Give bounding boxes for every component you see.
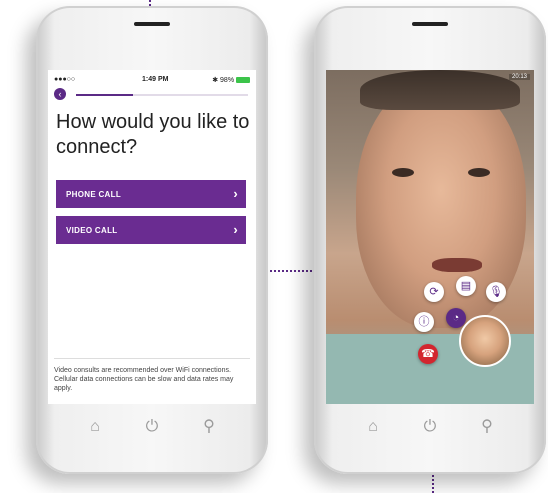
clock-icon: ◔ [452,312,460,324]
progress-bar [76,94,248,96]
status-time: 1:49 PM [142,76,169,83]
caller-hair [360,70,520,110]
page-title: How would you like to connect? [56,111,250,158]
home-icon[interactable]: ⌂ [362,416,384,438]
phone-call-button[interactable]: PHONE CALL › [56,180,246,208]
search-icon[interactable]: ⚲ [476,416,498,438]
divider [54,358,250,359]
chevron-right-icon: › [233,222,238,237]
phone-hangup-icon: ☎ [421,348,435,360]
power-icon[interactable]: ⏻ [141,416,163,438]
caller-eye-right [468,168,490,177]
connection-note: Video consults are recommended over WiFi… [54,367,234,392]
chevron-left-icon: ‹ [58,89,62,99]
battery-label: ✱ 98% [212,77,235,84]
info-button[interactable]: ⓘ [414,312,434,332]
signal-indicator: ●●●○○ [54,76,76,83]
caller-eye-left [392,168,414,177]
search-icon[interactable]: ⚲ [198,416,220,438]
phone-call-label: PHONE CALL [66,190,121,199]
info-icon: ⓘ [418,316,430,328]
caller-mouth [432,258,482,272]
connector-line-middle [270,270,316,272]
self-view-thumbnail[interactable] [459,315,511,367]
video-call-button[interactable]: VIDEO CALL › [56,216,246,244]
refresh-icon: ⟳ [429,286,439,298]
status-time: 20:13 [508,74,530,80]
battery-icon [236,77,250,84]
back-button[interactable]: ‹ [54,88,66,100]
earpiece-speaker [412,22,448,26]
switch-camera-button[interactable]: ⟳ [424,282,444,302]
chevron-right-icon: › [233,186,238,201]
microphone-icon: 🎙 [489,286,503,298]
hardware-nav-bar: ⌂ ⏻ ⚲ [36,416,268,446]
power-icon[interactable]: ⏻ [419,416,441,438]
earpiece-speaker [134,22,170,26]
end-call-button[interactable]: ☎ [418,344,438,364]
progress-fill [76,94,133,96]
mute-button[interactable]: 🎙 [486,282,506,302]
status-bar: ●●●○○ 1:49 PM ✱ 98% [54,76,250,86]
document-icon: ▤ [460,280,472,292]
video-call-screen: 20:13 ⟳ ▤ 🎙 ⓘ ◔ ☎ [326,70,534,404]
home-icon[interactable]: ⌂ [84,416,106,438]
video-call-label: VIDEO CALL [66,226,118,235]
hardware-nav-bar: ⌂ ⏻ ⚲ [314,416,546,446]
connect-screen: ●●●○○ 1:49 PM ✱ 98% ‹ How would you like… [48,70,256,404]
right-phone: 20:13 ⟳ ▤ 🎙 ⓘ ◔ ☎ ⌂ ⏻ ⚲ [314,6,546,474]
left-phone: ●●●○○ 1:49 PM ✱ 98% ‹ How would you like… [36,6,268,474]
battery-indicator: ✱ 98% [212,76,250,84]
document-button[interactable]: ▤ [456,276,476,296]
